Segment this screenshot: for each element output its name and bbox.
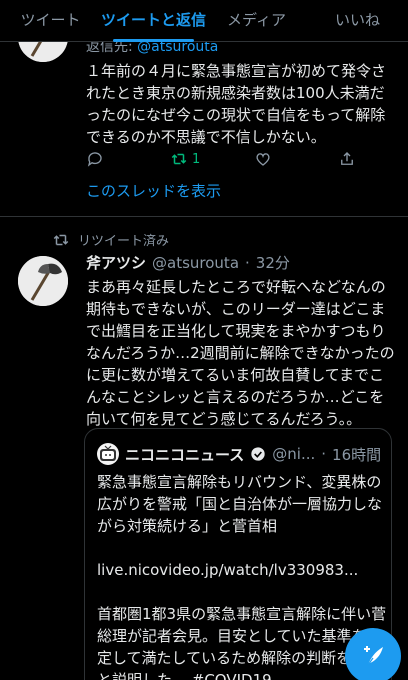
timestamp[interactable]: 32分 bbox=[256, 252, 290, 273]
tweet-text: １年前の４月に緊急事態宣言が初めて発令されたとき東京の新規感染者数は100人未満… bbox=[86, 62, 387, 146]
retweet-count: 1 bbox=[192, 151, 201, 167]
show-thread-link[interactable]: このスレッドを表示 bbox=[86, 180, 221, 201]
tab-media[interactable]: メディア bbox=[206, 0, 307, 41]
verified-badge-icon bbox=[251, 447, 265, 461]
quoted-timestamp: 16時間 bbox=[332, 445, 382, 464]
reply-button[interactable] bbox=[86, 150, 170, 168]
retweeted-text: リツイート済み bbox=[78, 234, 170, 249]
tweet-item[interactable]: 返信先: @atsurouta １年前の４月に緊急事態宣言が初めて発令されたとき… bbox=[0, 12, 408, 216]
retweeted-label: リツイート済み bbox=[52, 230, 169, 249]
divider bbox=[0, 216, 408, 217]
separator: · bbox=[321, 445, 327, 463]
quoted-username: @ni... bbox=[272, 445, 316, 463]
retweet-button[interactable]: 1 bbox=[170, 150, 254, 168]
quoted-tweet-text: 緊急事態宣言解除もリバウンド、変異株の広がりを警戒「国と自治体が一層協力しながら… bbox=[97, 473, 387, 680]
reply-icon bbox=[87, 152, 102, 167]
tab-tweets-and-replies[interactable]: ツイートと返信 bbox=[101, 0, 206, 42]
avatar bbox=[97, 443, 119, 465]
retweet-icon bbox=[171, 153, 187, 165]
tweet-header: 斧アツシ @atsurouta · 32分 bbox=[86, 252, 290, 273]
tweet-actions: 1 bbox=[86, 150, 408, 168]
quoted-tweet-card[interactable]: ニコニコニュース @ni... · 16時間 緊急事態宣言解除もリバウンド、変異… bbox=[84, 428, 392, 680]
username[interactable]: @atsurouta bbox=[152, 254, 239, 272]
avatar[interactable] bbox=[18, 256, 68, 306]
retweet-icon bbox=[53, 234, 69, 245]
axe-avatar-image bbox=[18, 256, 68, 306]
compose-tweet-button[interactable] bbox=[345, 628, 401, 680]
tab-likes[interactable]: いいね bbox=[307, 0, 408, 41]
like-button[interactable] bbox=[254, 150, 338, 168]
tab-tweets[interactable]: ツイート bbox=[0, 0, 101, 41]
heart-icon bbox=[256, 153, 270, 166]
quoted-display-name: ニコニコニュース bbox=[125, 445, 245, 464]
share-button[interactable] bbox=[338, 150, 408, 168]
tweet-text: まあ再々延長したところで好転へなどなんの期待もできないが、このリーダー達はどこま… bbox=[86, 278, 395, 428]
quoted-tweet-header: ニコニコニュース @ni... · 16時間 bbox=[97, 443, 381, 465]
compose-tweet-icon bbox=[364, 646, 383, 666]
share-icon bbox=[341, 152, 353, 165]
display-name[interactable]: 斧アツシ bbox=[86, 252, 146, 273]
profile-tabs: ツイート ツイートと返信 メディア いいね bbox=[0, 0, 408, 42]
separator: · bbox=[245, 254, 250, 272]
niconico-logo-icon bbox=[100, 445, 116, 461]
